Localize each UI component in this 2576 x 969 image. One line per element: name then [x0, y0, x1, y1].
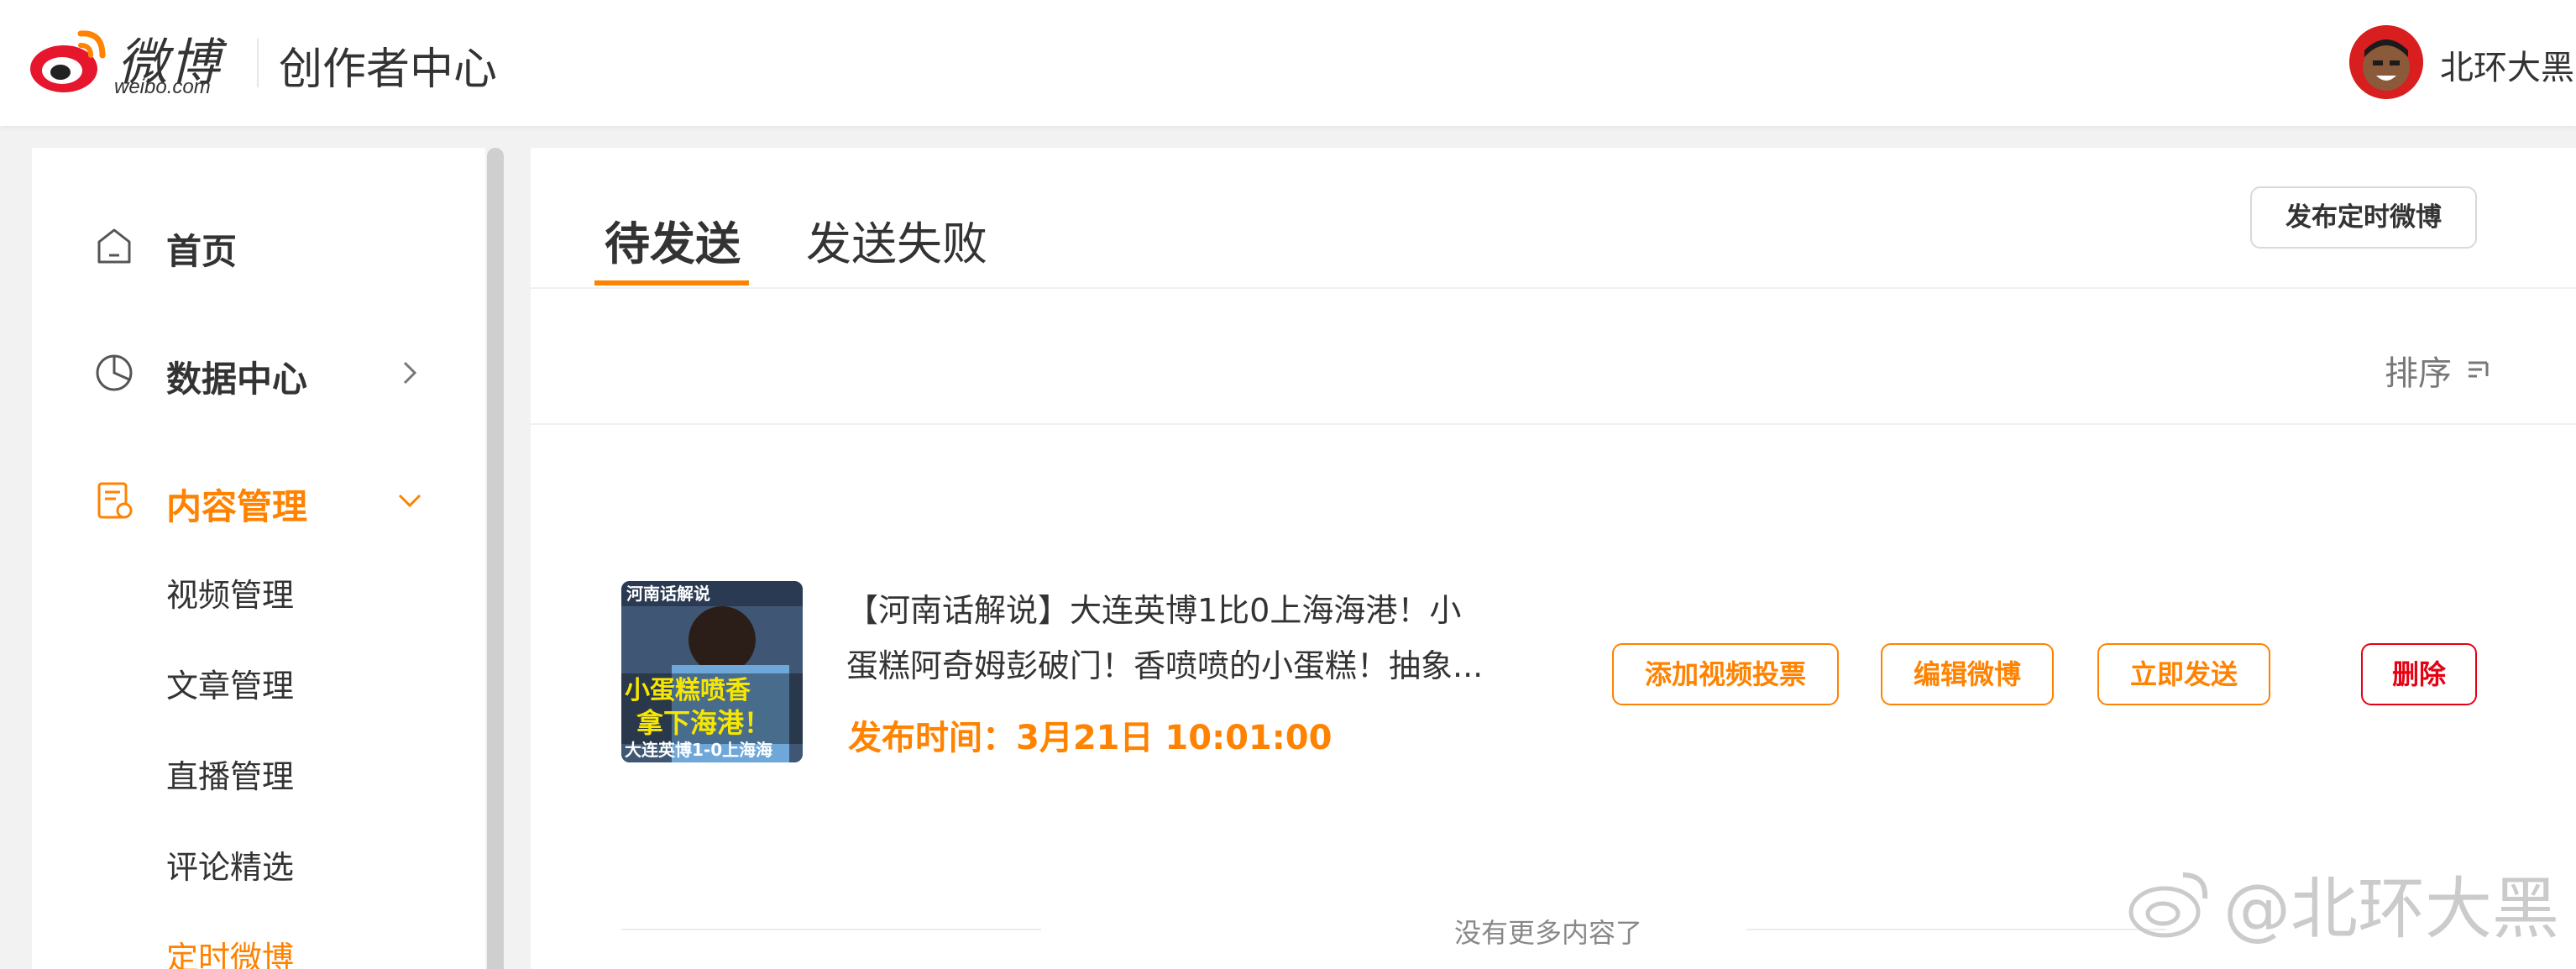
post-text[interactable]: 【河南话解说】大连英博1比0上海海港！小 蛋糕阿奇姆彭破门！香喷喷的小蛋糕！抽象… — [846, 583, 1501, 694]
sidebar-subitem-live[interactable]: 直播管理 — [166, 751, 294, 797]
page-title: 创作者中心 — [279, 45, 498, 95]
divider-line — [621, 929, 1041, 930]
sort-icon[interactable] — [2467, 356, 2492, 381]
post-publish-time: 发布时间：3月21日 10:01:00 — [848, 719, 1333, 757]
sidebar: 首页 数据中心 内容管理 视频管理 文章管理 直播管理 评论精选 定时微博 — [32, 148, 492, 969]
sidebar-item-data-center[interactable]: 数据中心 — [32, 339, 492, 406]
video-thumbnail-image: 河南话解说 小蛋糕喷香 拿下海港！ 大连英博1-0上海海 — [621, 581, 803, 762]
edit-weibo-button[interactable]: 编辑微博 — [1881, 643, 2054, 705]
delete-button[interactable]: 删除 — [2361, 643, 2477, 705]
post-text-line: 蛋糕阿奇姆彭破门！香喷喷的小蛋糕！抽象... — [846, 647, 1484, 684]
pie-chart-icon — [96, 354, 133, 391]
sidebar-item-content-management[interactable]: 内容管理 — [32, 467, 492, 534]
sidebar-subitem-article[interactable]: 文章管理 — [166, 660, 294, 706]
home-icon — [97, 228, 131, 264]
tab-failed[interactable]: 发送失败 — [806, 207, 987, 273]
tab-active-indicator — [594, 280, 749, 285]
divider-line — [1746, 929, 2166, 930]
post-text-line: 【河南话解说】大连英博1比0上海海港！小 — [846, 592, 1462, 629]
sidebar-scrollbar[interactable] — [487, 148, 504, 969]
sidebar-item-label: 数据中心 — [166, 359, 308, 400]
weibo-eye-icon — [30, 30, 106, 92]
add-video-vote-button[interactable]: 添加视频投票 — [1612, 643, 1839, 705]
main-panel: 待发送 发送失败 发布定时微博 排序 河南话解说 小蛋糕喷香 拿下海港！ 大连英… — [531, 148, 2576, 969]
top-header: 微博 weibo.com 创作者中心 北环大黑 — [0, 0, 2576, 126]
chevron-down-icon — [398, 494, 421, 508]
no-more-content: 没有更多内容了 — [1454, 917, 1643, 949]
tab-divider — [531, 287, 2576, 289]
thumb-line: 小蛋糕喷香 — [625, 676, 751, 705]
thumb-line: 河南话解说 — [626, 584, 710, 604]
sort-label[interactable]: 排序 — [2385, 346, 2452, 395]
tab-pending[interactable]: 待发送 — [605, 207, 741, 273]
weibo-logo[interactable]: 微博 weibo.com — [29, 22, 230, 102]
logo-subtext: weibo.com — [114, 76, 211, 98]
avatar[interactable] — [2349, 25, 2423, 99]
sidebar-item-label: 首页 — [166, 231, 238, 272]
thumb-line: 拿下海港！ — [636, 707, 771, 739]
watermark-text: @北环大黑 — [2223, 870, 2559, 948]
send-now-button[interactable]: 立即发送 — [2097, 643, 2270, 705]
sidebar-item-home[interactable]: 首页 — [32, 212, 492, 279]
list-divider — [531, 423, 2576, 425]
username[interactable]: 北环大黑 — [2440, 40, 2574, 89]
post-thumbnail[interactable]: 河南话解说 小蛋糕喷香 拿下海港！ 大连英博1-0上海海 — [621, 581, 803, 762]
header-divider — [257, 39, 259, 87]
thumb-line: 大连英博1-0上海海 — [625, 740, 772, 760]
sidebar-subitem-comments[interactable]: 评论精选 — [166, 841, 294, 888]
sidebar-subitem-video[interactable]: 视频管理 — [166, 569, 294, 615]
chevron-right-icon — [403, 361, 417, 385]
sidebar-subitem-scheduled[interactable]: 定时微博 — [166, 932, 294, 969]
sidebar-item-label: 内容管理 — [166, 486, 308, 527]
document-icon — [97, 482, 133, 519]
watermark-weibo-icon — [2128, 872, 2208, 938]
publish-scheduled-button[interactable]: 发布定时微博 — [2250, 186, 2477, 249]
